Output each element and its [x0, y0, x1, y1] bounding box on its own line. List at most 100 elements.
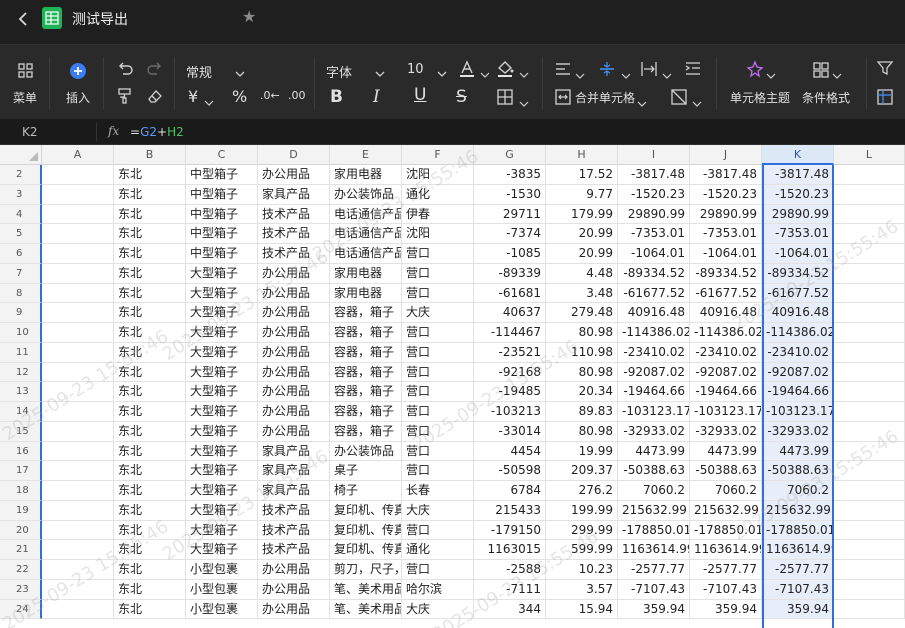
font-size-select[interactable]: 10: [407, 62, 424, 77]
cell-b[interactable]: 东北: [114, 540, 186, 560]
cell-c[interactable]: 中型箱子: [186, 244, 258, 264]
cell-d[interactable]: 技术产品: [258, 520, 330, 541]
row-header[interactable]: 21: [0, 540, 42, 560]
cell-b[interactable]: 东北: [114, 362, 186, 383]
cell-h[interactable]: 15.94: [546, 599, 618, 620]
column-header-l[interactable]: L: [834, 145, 905, 165]
cell-i[interactable]: -23410.02: [618, 342, 690, 363]
row-header[interactable]: 10: [0, 323, 42, 343]
cell-f[interactable]: 沈阳: [402, 224, 474, 244]
border-icon[interactable]: [496, 88, 514, 110]
cell-e[interactable]: 容器，箱子: [330, 382, 402, 402]
cell-i[interactable]: 1163614.99: [618, 540, 690, 560]
chevron-down-icon[interactable]: [692, 93, 702, 112]
cell-a[interactable]: [42, 402, 114, 422]
cell-b[interactable]: 东北: [114, 579, 186, 600]
row-header[interactable]: 6: [0, 244, 42, 264]
column-header-k[interactable]: K: [762, 145, 834, 165]
cell-a[interactable]: [42, 500, 114, 521]
cell-a[interactable]: [42, 382, 114, 402]
row-header[interactable]: 8: [0, 283, 42, 304]
cell-f[interactable]: 营口: [402, 520, 474, 541]
cell-h[interactable]: 10.23: [546, 560, 618, 580]
menu-label[interactable]: 菜单: [13, 89, 37, 106]
cell-g[interactable]: -1085: [474, 244, 546, 264]
cell-l[interactable]: [834, 323, 905, 343]
cell-f[interactable]: 营口: [402, 362, 474, 383]
cell-j[interactable]: 1163614.99: [690, 540, 762, 560]
cell-f[interactable]: 营口: [402, 382, 474, 402]
cell-k[interactable]: -178850.01: [762, 520, 834, 541]
cell-d[interactable]: 办公用品: [258, 362, 330, 383]
undo-icon[interactable]: [116, 59, 134, 81]
cell-g[interactable]: -33014: [474, 421, 546, 442]
cell-l[interactable]: [834, 204, 905, 225]
italic-icon[interactable]: I: [373, 87, 380, 107]
cell-g[interactable]: -114467: [474, 323, 546, 343]
cell-c[interactable]: 中型箱子: [186, 224, 258, 244]
cell-l[interactable]: [834, 184, 905, 205]
cell-j[interactable]: 40916.48: [690, 303, 762, 323]
cell-h[interactable]: 9.77: [546, 184, 618, 205]
cell-i[interactable]: -50388.63: [618, 461, 690, 481]
cell-c[interactable]: 大型箱子: [186, 283, 258, 304]
cell-j[interactable]: 29890.99: [690, 204, 762, 225]
cell-b[interactable]: 东北: [114, 421, 186, 442]
cell-k[interactable]: -50388.63: [762, 461, 834, 481]
cell-h[interactable]: 179.99: [546, 204, 618, 225]
cell-g[interactable]: -7374: [474, 224, 546, 244]
cell-g[interactable]: -2588: [474, 560, 546, 580]
cell-h[interactable]: 276.2: [546, 481, 618, 501]
indent-icon[interactable]: [684, 60, 702, 82]
cell-a[interactable]: [42, 362, 114, 383]
cell-b[interactable]: 东北: [114, 520, 186, 541]
cell-g[interactable]: -19485: [474, 382, 546, 402]
cell-i[interactable]: -3817.48: [618, 165, 690, 185]
cell-c[interactable]: 大型箱子: [186, 520, 258, 541]
conditional-format-icon[interactable]: [812, 61, 830, 83]
cell-j[interactable]: -178850.01: [690, 520, 762, 541]
cell-f[interactable]: 大庆: [402, 500, 474, 521]
bold-icon[interactable]: B: [330, 87, 343, 107]
cell-k[interactable]: -32933.02: [762, 421, 834, 442]
cell-d[interactable]: 办公用品: [258, 323, 330, 343]
cell-d[interactable]: 技术产品: [258, 244, 330, 264]
cell-d[interactable]: 技术产品: [258, 500, 330, 521]
cell-i[interactable]: 4473.99: [618, 441, 690, 462]
cell-k[interactable]: 29890.99: [762, 204, 834, 225]
column-header-a[interactable]: A: [42, 145, 114, 165]
cell-f[interactable]: 营口: [402, 560, 474, 580]
row-header[interactable]: 3: [0, 184, 42, 205]
merge-cells-label[interactable]: 合并单元格: [575, 89, 635, 106]
cell-b[interactable]: 东北: [114, 283, 186, 304]
cell-d[interactable]: 办公用品: [258, 402, 330, 422]
cell-k[interactable]: 359.94: [762, 599, 834, 620]
cell-b[interactable]: 东北: [114, 382, 186, 402]
cell-d[interactable]: 办公用品: [258, 599, 330, 620]
cell-i[interactable]: -61677.52: [618, 283, 690, 304]
cell-i[interactable]: -1520.23: [618, 184, 690, 205]
increase-decimal-icon[interactable]: .00: [288, 89, 306, 102]
cell-f[interactable]: 营口: [402, 244, 474, 264]
cell-k[interactable]: -7107.43: [762, 579, 834, 600]
cell-k[interactable]: -103123.17: [762, 402, 834, 422]
cell-l[interactable]: [834, 520, 905, 541]
cell-j[interactable]: -50388.63: [690, 461, 762, 481]
cell-a[interactable]: [42, 579, 114, 600]
cell-f[interactable]: 营口: [402, 461, 474, 481]
cell-a[interactable]: [42, 303, 114, 323]
cell-h[interactable]: 80.98: [546, 323, 618, 343]
chevron-down-icon[interactable]: [662, 65, 672, 84]
cell-l[interactable]: [834, 283, 905, 304]
cell-c[interactable]: 大型箱子: [186, 402, 258, 422]
cell-l[interactable]: [834, 342, 905, 363]
cell-g[interactable]: -50598: [474, 461, 546, 481]
cell-f[interactable]: 哈尔滨: [402, 579, 474, 600]
currency-icon[interactable]: ¥: [188, 87, 198, 106]
cell-c[interactable]: 小型包裹: [186, 560, 258, 580]
cell-c[interactable]: 中型箱子: [186, 165, 258, 185]
cell-g[interactable]: -179150: [474, 520, 546, 541]
cell-e[interactable]: 复印机、传真机: [330, 500, 402, 521]
name-box[interactable]: K2: [22, 125, 38, 139]
cell-i[interactable]: -2577.77: [618, 560, 690, 580]
